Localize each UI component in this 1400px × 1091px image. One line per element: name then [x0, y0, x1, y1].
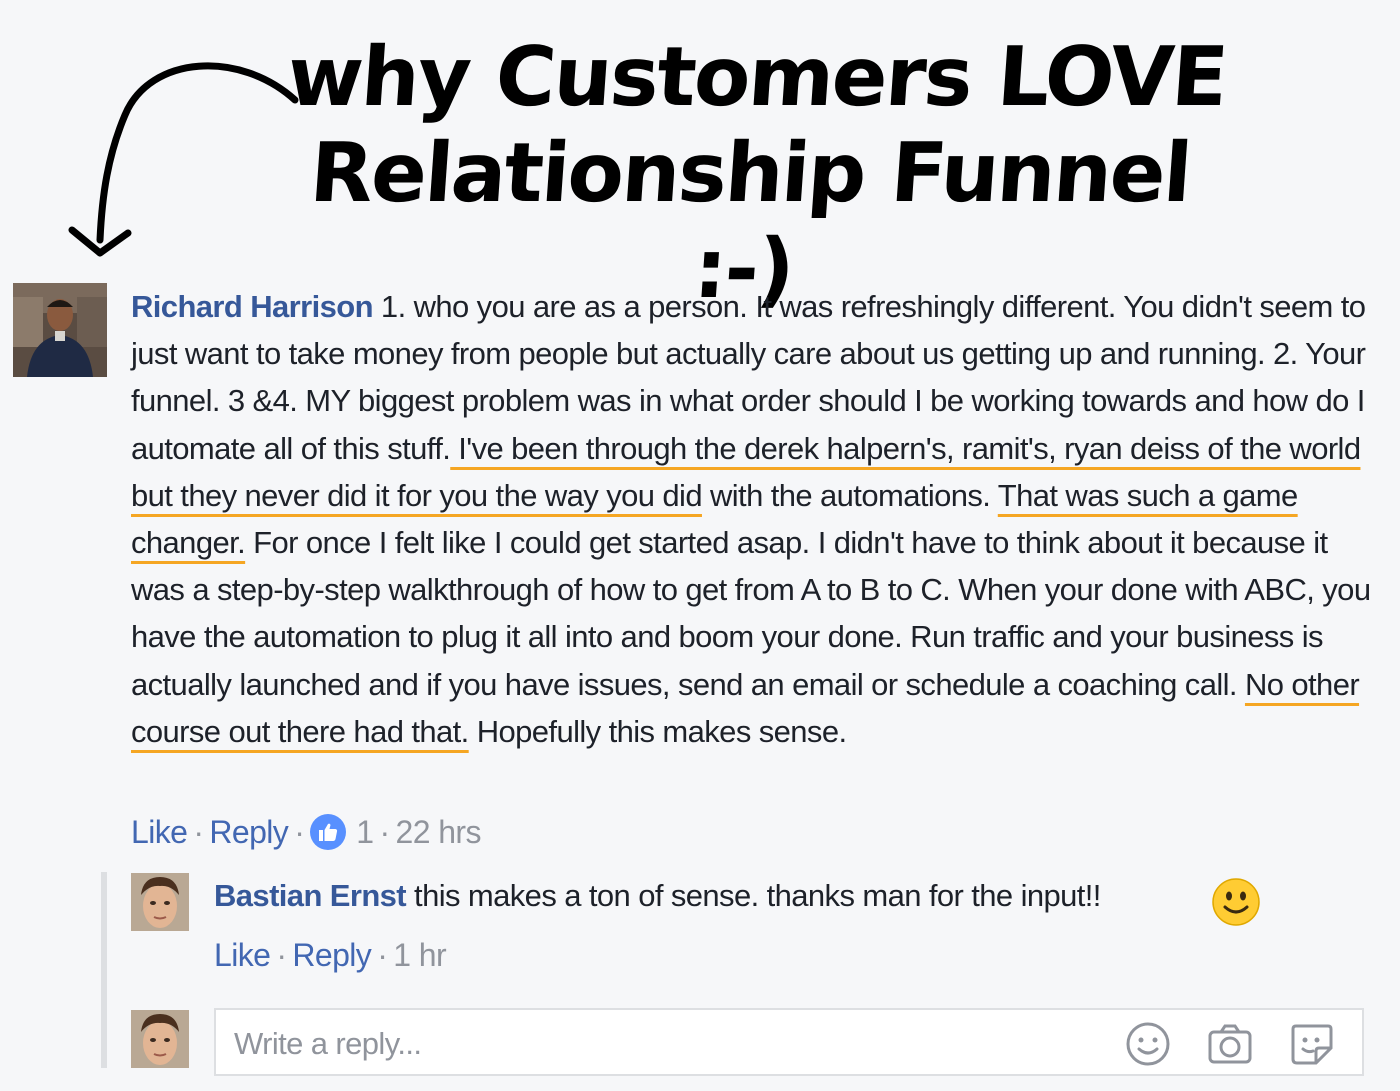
avatar[interactable] — [13, 283, 107, 377]
headline-line-1: why Customers LOVE — [284, 30, 1230, 125]
reply-time[interactable]: 1 hr — [393, 935, 446, 975]
reply-body: Bastian Ernst this makes a ton of sense.… — [214, 875, 1314, 917]
reply-avatar[interactable] — [131, 873, 189, 931]
comment-author[interactable]: Richard Harrison — [131, 289, 374, 324]
separator: · — [377, 937, 388, 973]
separator: · — [294, 814, 305, 850]
separator: · — [276, 937, 287, 973]
comment-text: 1. who you are as a person. It was refre… — [131, 289, 1371, 749]
reply-link[interactable]: Reply — [209, 812, 288, 852]
reply-like-link[interactable]: Like — [214, 935, 271, 975]
emoji-icon[interactable] — [1124, 1020, 1172, 1068]
curved-arrow-icon — [68, 62, 299, 257]
like-link[interactable]: Like — [131, 812, 188, 852]
camera-icon[interactable] — [1206, 1020, 1254, 1068]
reply-actions: Like · Reply · 1 hr — [214, 935, 447, 975]
smile-emoji-icon — [1212, 878, 1260, 926]
reply-composer — [214, 1008, 1364, 1076]
comment-text-segment: For once I felt like I could get started… — [131, 525, 1371, 702]
comment-text-segment: with the automations. — [701, 477, 998, 513]
comment-text-segment: Hopefully this makes sense. — [468, 713, 847, 749]
reply-input[interactable] — [232, 1018, 1116, 1070]
reply-reply-link[interactable]: Reply — [292, 935, 371, 975]
reply-text: this makes a ton of sense. thanks man fo… — [406, 878, 1101, 913]
thread-line — [101, 872, 107, 1068]
reply-author[interactable]: Bastian Ernst — [214, 878, 407, 913]
comment-time[interactable]: 22 hrs — [396, 812, 482, 852]
composer-avatar — [131, 1010, 189, 1068]
headline: why Customers LOVE Relationship Funnel :… — [240, 30, 1260, 318]
thumbs-up-icon[interactable] — [310, 814, 347, 850]
separator: · — [379, 814, 390, 850]
comment-body: Richard Harrison 1. who you are as a per… — [131, 283, 1386, 755]
separator: · — [193, 814, 204, 850]
sticker-icon[interactable] — [1288, 1020, 1336, 1068]
reaction-count[interactable]: 1 — [356, 812, 374, 852]
comment-actions: Like · Reply · 1 · 22 hrs — [131, 812, 481, 852]
